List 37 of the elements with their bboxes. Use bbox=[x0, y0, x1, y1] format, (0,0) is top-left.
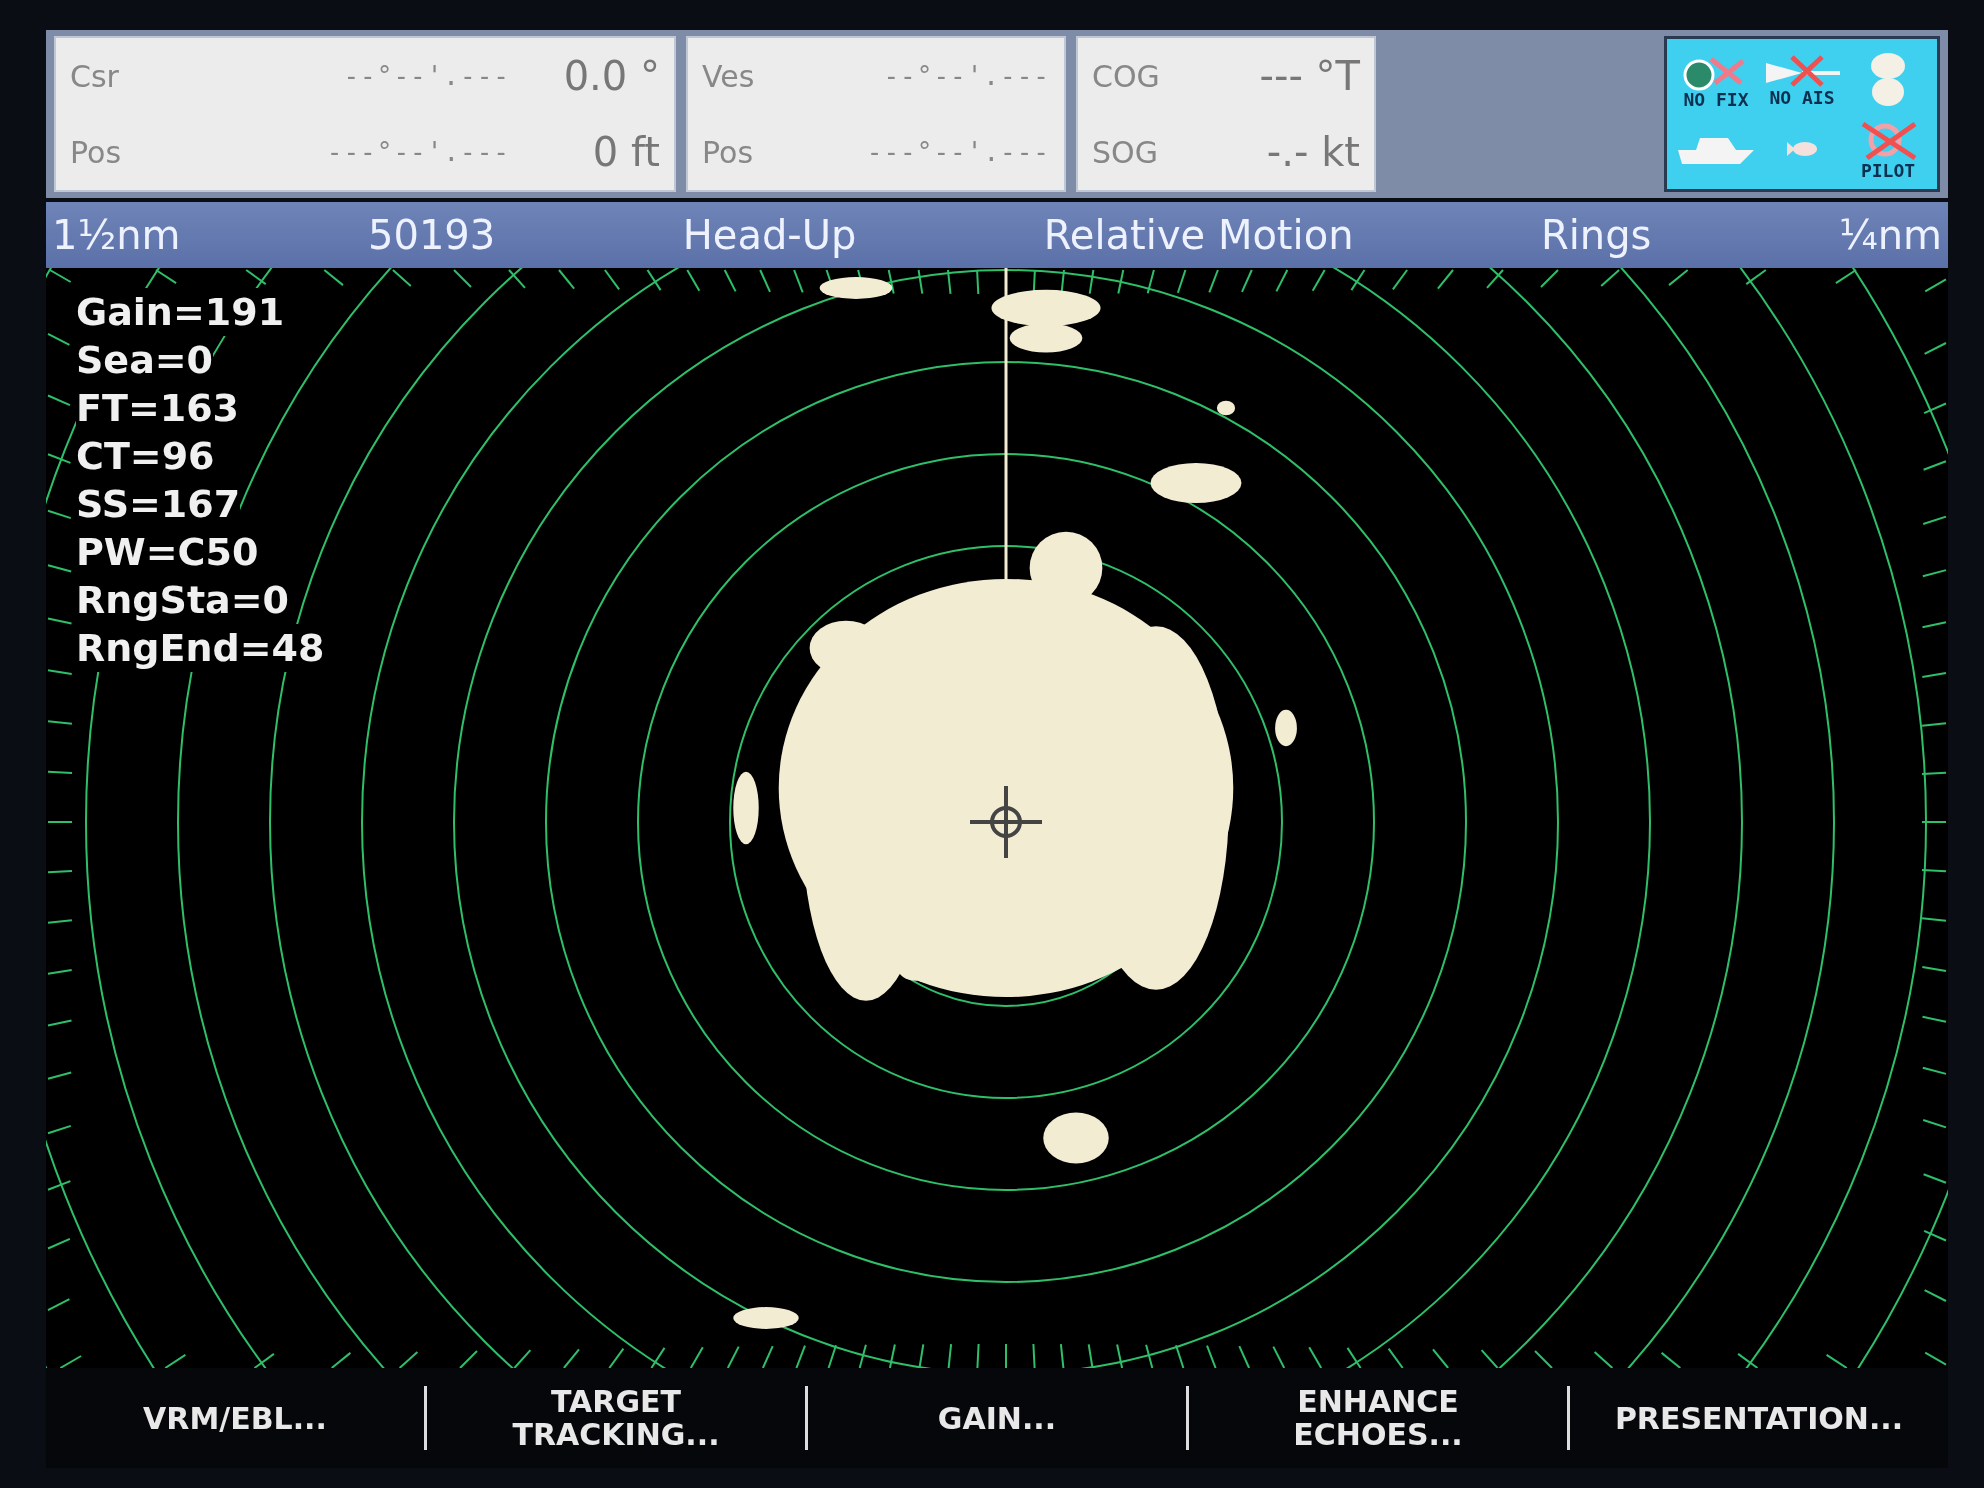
radar-setting-text: Sea=0 bbox=[76, 336, 214, 384]
reading-value: 0 ft bbox=[591, 128, 660, 177]
radar-setting-text: CT=96 bbox=[76, 432, 215, 480]
status-text: 1½nm bbox=[52, 211, 181, 260]
radar-setting-text: Gain=191 bbox=[76, 288, 285, 336]
radar-setting-text: PW=C50 bbox=[76, 528, 259, 576]
softkey-button[interactable]: GAIN... bbox=[808, 1397, 1186, 1439]
status-label: PILOT bbox=[1860, 161, 1916, 180]
reading-value: -.- kt bbox=[1265, 128, 1360, 177]
status-text: Relative Motion bbox=[1043, 211, 1354, 260]
softkey-button[interactable]: VRM/EBL... bbox=[46, 1397, 424, 1439]
radar-setting-text: SS=167 bbox=[76, 480, 241, 528]
field-label: Csr bbox=[70, 57, 120, 96]
field-label: COG bbox=[1092, 57, 1161, 96]
status-text: Head-Up bbox=[682, 211, 857, 260]
softkey-button[interactable]: PRESENTATION... bbox=[1570, 1397, 1948, 1439]
fish-icon bbox=[1785, 139, 1819, 158]
softkey-button[interactable]: TARGET TRACKING... bbox=[427, 1381, 805, 1455]
position-value: --°--'.--- bbox=[342, 59, 510, 93]
radar-setting-text: RngSta=0 bbox=[76, 576, 289, 624]
position-value: ---°--'.--- bbox=[325, 135, 510, 169]
position-value: --°--'.--- bbox=[882, 59, 1050, 93]
crosshair-icon bbox=[968, 784, 1044, 860]
reading-value: 0.0 ° bbox=[562, 52, 660, 101]
status-text: 50193 bbox=[368, 211, 496, 260]
field-label: SOG bbox=[1092, 133, 1159, 172]
radar-setting-text: RngEnd=48 bbox=[76, 624, 325, 672]
status-text: Rings bbox=[1540, 211, 1652, 260]
field-label: Pos bbox=[702, 133, 754, 172]
position-value: ---°--'.--- bbox=[865, 135, 1050, 169]
status-text: ¼nm bbox=[1838, 211, 1942, 260]
reading-value: --- °T bbox=[1258, 52, 1360, 101]
field-label: Ves bbox=[702, 57, 756, 96]
field-label: Pos bbox=[70, 133, 122, 172]
softkey-button[interactable]: ENHANCE ECHOES... bbox=[1189, 1381, 1567, 1455]
status-label: NO FIX bbox=[1683, 90, 1749, 109]
status-label: NO AIS bbox=[1769, 88, 1835, 107]
